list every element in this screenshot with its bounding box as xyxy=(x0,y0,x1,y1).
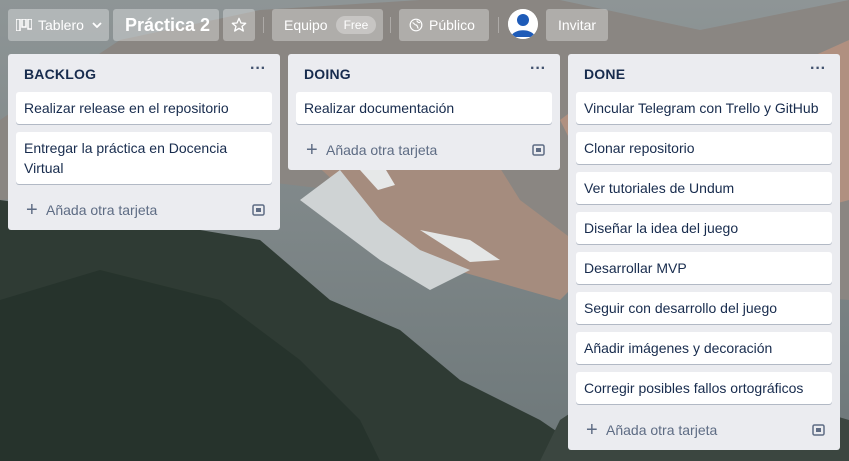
list-header: DONE ··· xyxy=(568,54,840,92)
header-divider xyxy=(263,17,264,33)
add-card-button[interactable]: + Añada otra tarjeta xyxy=(8,192,280,230)
card-list: Realizar documentación xyxy=(288,92,560,124)
card-template-icon[interactable] xyxy=(812,423,826,437)
header-divider xyxy=(498,17,499,33)
team-label: Equipo xyxy=(284,17,328,33)
add-card-button[interactable]: + Añada otra tarjeta xyxy=(568,412,840,450)
team-button[interactable]: Equipo Free xyxy=(272,9,383,41)
card-list: Vincular Telegram con Trello y GitHub Cl… xyxy=(568,92,840,404)
card[interactable]: Ver tutoriales de Undum xyxy=(576,172,832,204)
chevron-down-icon xyxy=(92,22,102,28)
list-menu-icon[interactable]: ··· xyxy=(248,61,268,82)
card-template-icon[interactable] xyxy=(252,203,266,217)
visibility-label: Público xyxy=(429,17,475,33)
card[interactable]: Clonar repositorio xyxy=(576,132,832,164)
list-menu-icon[interactable]: ··· xyxy=(528,61,548,82)
card[interactable]: Realizar documentación xyxy=(296,92,552,124)
list-doing: DOING ··· Realizar documentación + Añada… xyxy=(288,54,560,170)
plus-icon: + xyxy=(586,419,598,441)
add-card-label: Añada otra tarjeta xyxy=(606,422,718,438)
list-menu-icon[interactable]: ··· xyxy=(808,61,828,82)
list-title[interactable]: DONE xyxy=(584,66,625,82)
add-card-button[interactable]: + Añada otra tarjeta xyxy=(288,132,560,170)
board-icon xyxy=(16,19,32,31)
list-done: DONE ··· Vincular Telegram con Trello y … xyxy=(568,54,840,450)
board-header: Tablero Práctica 2 Equipo Free Público I… xyxy=(0,0,849,50)
list-header: BACKLOG ··· xyxy=(8,54,280,92)
invite-button[interactable]: Invitar xyxy=(546,9,608,41)
add-card-label: Añada otra tarjeta xyxy=(326,142,438,158)
card[interactable]: Desarrollar MVP xyxy=(576,252,832,284)
list-backlog: BACKLOG ··· Realizar release en el repos… xyxy=(8,54,280,230)
globe-icon xyxy=(409,18,423,32)
list-header: DOING ··· xyxy=(288,54,560,92)
card-template-icon[interactable] xyxy=(532,143,546,157)
card[interactable]: Diseñar la idea del juego xyxy=(576,212,832,244)
list-title[interactable]: BACKLOG xyxy=(24,66,96,82)
card[interactable]: Realizar release en el repositorio xyxy=(16,92,272,124)
card[interactable]: Entregar la práctica en Docencia Virtual xyxy=(16,132,272,184)
card-list: Realizar release en el repositorio Entre… xyxy=(8,92,280,184)
star-icon xyxy=(231,17,247,33)
board-switch-button[interactable]: Tablero xyxy=(8,9,109,41)
board-title[interactable]: Práctica 2 xyxy=(113,9,219,41)
card[interactable]: Añadir imágenes y decoración xyxy=(576,332,832,364)
card[interactable]: Vincular Telegram con Trello y GitHub xyxy=(576,92,832,124)
board-switch-label: Tablero xyxy=(38,17,84,33)
card[interactable]: Corregir posibles fallos ortográficos xyxy=(576,372,832,404)
plan-badge: Free xyxy=(335,16,377,34)
plus-icon: + xyxy=(26,199,38,221)
card[interactable]: Seguir con desarrollo del juego xyxy=(576,292,832,324)
star-button[interactable] xyxy=(223,9,255,41)
plus-icon: + xyxy=(306,139,318,161)
header-divider xyxy=(390,17,391,33)
add-card-label: Añada otra tarjeta xyxy=(46,202,158,218)
user-avatar-icon[interactable] xyxy=(508,9,538,39)
list-title[interactable]: DOING xyxy=(304,66,351,82)
visibility-button[interactable]: Público xyxy=(399,9,489,41)
